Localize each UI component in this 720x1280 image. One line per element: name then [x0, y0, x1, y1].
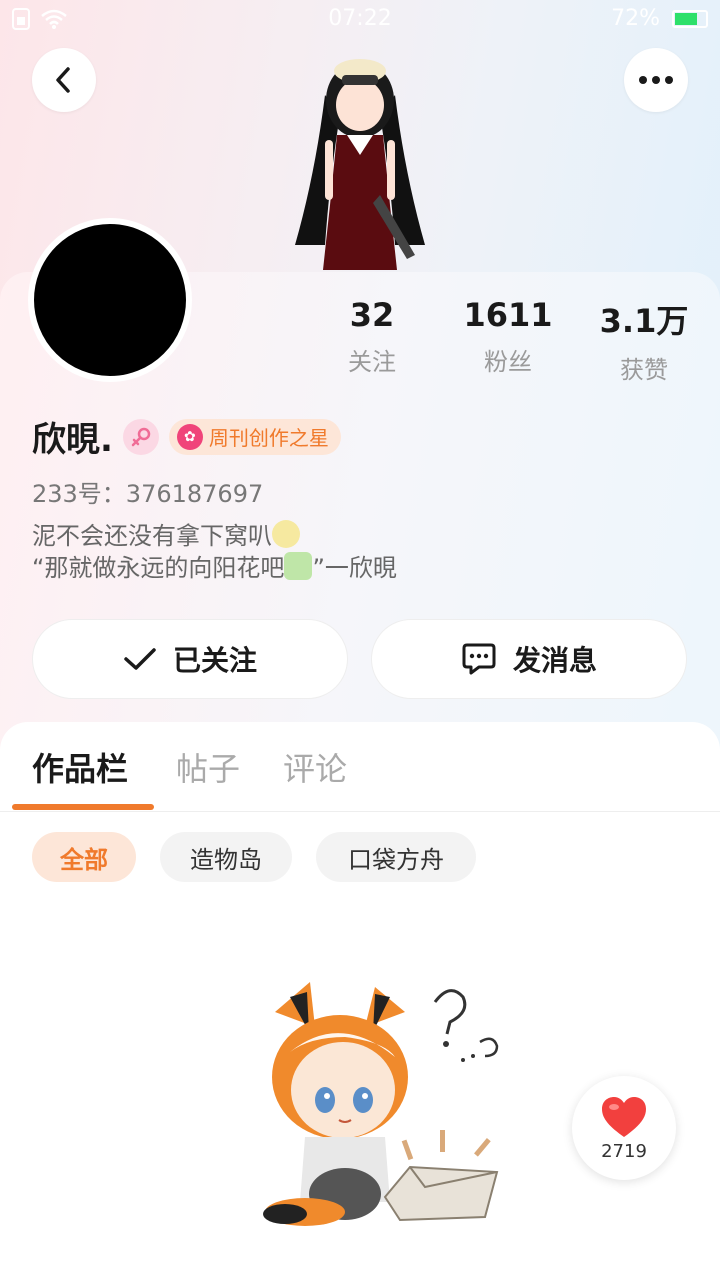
tab-bar: 作品栏 帖子 评论 [0, 722, 720, 812]
stat-likes-value: 3.1万 [599, 302, 689, 340]
followed-button-label: 已关注 [172, 644, 257, 677]
stat-following-value: 32 [349, 296, 395, 334]
bio-line-2a: “那就做永远的向阳花吧 [32, 554, 285, 582]
tab-posts[interactable]: 帖子 [176, 744, 240, 790]
filter-zaowudao[interactable]: 造物岛 [160, 832, 292, 882]
tab-works[interactable]: 作品栏 [32, 744, 128, 790]
leaf-emoji-icon [284, 552, 313, 580]
battery-icon [672, 9, 708, 28]
check-icon [124, 648, 156, 670]
stat-likes[interactable]: 3.1万 获赞 [574, 296, 714, 385]
name-row: 欣晛. ✿ 周刊创作之星 [32, 412, 341, 461]
status-bar: 07:22 72% [0, 0, 720, 38]
bio-line-1: 泥不会还没有拿下窝叭 [32, 522, 272, 550]
bio: 泥不会还没有拿下窝叭 “那就做永远的向阳花吧 ”一欣晛 [32, 520, 397, 584]
stat-followers-label: 粉丝 [484, 348, 532, 376]
heart-icon [602, 1096, 646, 1137]
avatar[interactable] [28, 218, 192, 382]
filter-all[interactable]: 全部 [32, 832, 136, 882]
stat-following[interactable]: 32 关注 [302, 296, 442, 377]
battery-percent: 72% [611, 6, 660, 31]
creator-badge-label: 周刊创作之星 [208, 426, 329, 450]
filter-pocket-ark[interactable]: 口袋方舟 [316, 832, 476, 882]
creator-badge[interactable]: ✿ 周刊创作之星 [168, 418, 341, 455]
tab-comments[interactable]: 评论 [283, 744, 347, 790]
chat-bubble-icon [462, 643, 496, 675]
more-dots-icon [639, 76, 673, 84]
user-id: 233号：376187697 [32, 480, 264, 508]
back-button[interactable] [32, 48, 96, 112]
profile-name: 欣晛. [32, 420, 113, 460]
active-tab-indicator [12, 804, 154, 810]
bio-line-2b: ”一欣晛 [312, 554, 397, 582]
like-count: 2719 [601, 1140, 647, 1162]
send-message-label: 发消息 [512, 644, 597, 677]
stat-followers[interactable]: 1611 粉丝 [438, 296, 578, 377]
moon-face-emoji-icon [272, 520, 300, 548]
stat-likes-label: 获赞 [620, 356, 668, 384]
content-section: 作品栏 帖子 评论 全部 造物岛 口袋方舟 [0, 722, 720, 1280]
flower-badge-icon: ✿ [176, 423, 203, 450]
send-message-button[interactable]: 发消息 [371, 619, 687, 699]
female-gender-icon [122, 418, 159, 455]
like-button[interactable]: 2719 [572, 1076, 676, 1180]
more-options-button[interactable] [624, 48, 688, 112]
character-figure-image [295, 59, 425, 270]
stat-following-label: 关注 [348, 348, 396, 376]
stat-followers-value: 1611 [463, 296, 553, 334]
followed-button[interactable]: 已关注 [32, 619, 348, 699]
empty-state-illustration [263, 982, 499, 1226]
chevron-left-icon [56, 67, 70, 93]
